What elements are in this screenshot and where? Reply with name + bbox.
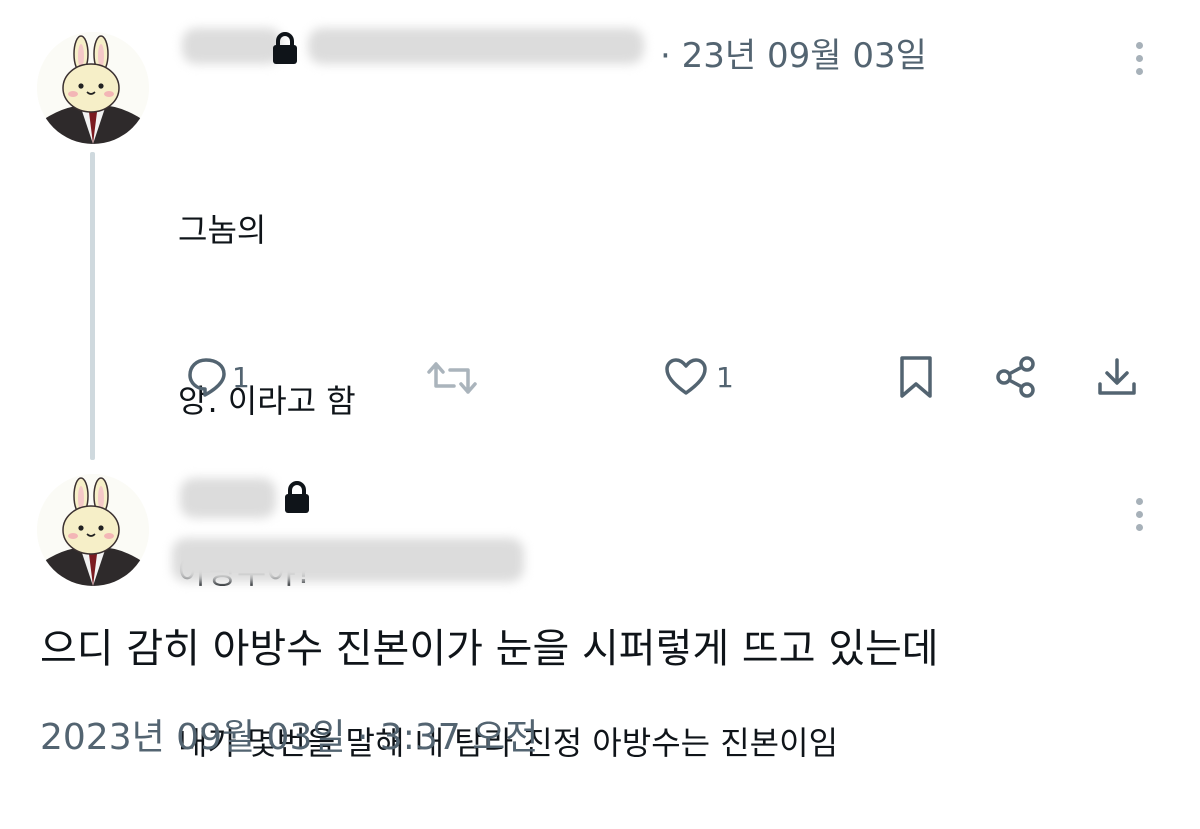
like-count: 1 <box>716 360 734 394</box>
like-icon <box>665 358 707 395</box>
author-avatar[interactable] <box>37 32 149 144</box>
download-button[interactable] <box>1096 356 1138 398</box>
bunny-avatar-icon <box>37 32 149 144</box>
thread-line <box>90 152 95 460</box>
retweet-icon <box>427 362 477 394</box>
reply-count: 1 <box>232 360 250 394</box>
reply-body: 으디 감히 아방수 진본이가 눈을 시퍼렇게 뜨고 있는데 <box>40 626 939 672</box>
reply-author-name-redacted <box>180 478 276 518</box>
reply-author-handle-redacted <box>172 538 524 582</box>
retweet-button[interactable] <box>426 360 478 396</box>
bunny-avatar-icon <box>37 474 149 586</box>
reply-icon <box>188 358 226 397</box>
author-handle-redacted <box>308 28 644 64</box>
reply-author-avatar[interactable] <box>37 474 149 586</box>
bookmark-icon <box>900 356 932 398</box>
more-icon[interactable] <box>1136 492 1143 537</box>
share-icon <box>996 356 1035 398</box>
tweet-line: 앙. 이라고 함 <box>178 382 356 420</box>
download-icon <box>1098 358 1136 395</box>
bookmark-button[interactable] <box>898 354 934 400</box>
lock-icon <box>282 480 312 518</box>
reply-timestamp[interactable]: 2023년 09월 03일 · 3:37 오전 <box>40 708 538 760</box>
author-name-redacted <box>182 28 282 64</box>
share-button[interactable] <box>994 356 1038 398</box>
reply-button[interactable]: 1 <box>186 356 250 398</box>
lock-icon <box>270 31 300 69</box>
like-button[interactable]: 1 <box>664 358 734 396</box>
tweet-line: 그놈의 <box>178 211 267 249</box>
more-icon[interactable] <box>1136 36 1143 81</box>
tweet-date[interactable]: · 23년 09월 03일 <box>660 28 927 77</box>
